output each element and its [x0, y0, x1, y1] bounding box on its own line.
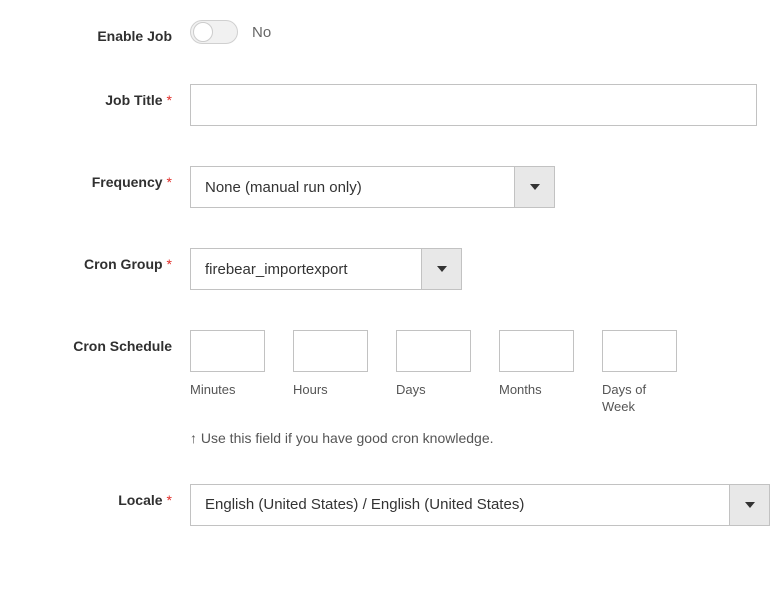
cron-days-input[interactable] — [396, 330, 471, 372]
locale-value: English (United States) / English (Unite… — [191, 485, 729, 525]
toggle-knob — [193, 22, 213, 42]
cron-minutes-label: Minutes — [190, 382, 265, 399]
required-asterisk: * — [167, 92, 172, 108]
cron-minutes-input[interactable] — [190, 330, 265, 372]
cron-group-dropdown-button[interactable] — [421, 249, 461, 289]
cron-hours-input[interactable] — [293, 330, 368, 372]
cron-hours-label: Hours — [293, 382, 368, 399]
locale-dropdown-button[interactable] — [729, 485, 769, 525]
cron-schedule-hint: ↑ Use this field if you have good cron k… — [190, 430, 494, 446]
chevron-down-icon — [745, 502, 755, 508]
enable-job-toggle[interactable] — [190, 20, 238, 44]
cron-group-label: Cron Group — [84, 256, 163, 272]
job-title-label: Job Title — [105, 92, 162, 108]
frequency-select[interactable]: None (manual run only) — [190, 166, 555, 208]
chevron-down-icon — [530, 184, 540, 190]
locale-label: Locale — [118, 492, 162, 508]
required-asterisk: * — [167, 256, 172, 272]
required-asterisk: * — [167, 174, 172, 190]
chevron-down-icon — [437, 266, 447, 272]
frequency-dropdown-button[interactable] — [514, 167, 554, 207]
cron-group-value: firebear_importexport — [191, 249, 421, 289]
job-title-input[interactable] — [190, 84, 757, 126]
enable-job-label: Enable Job — [97, 28, 172, 44]
cron-dow-label: Days of Week — [602, 382, 677, 416]
cron-schedule-label: Cron Schedule — [73, 338, 172, 354]
cron-dow-input[interactable] — [602, 330, 677, 372]
required-asterisk: * — [167, 492, 172, 508]
enable-job-state: No — [252, 24, 271, 41]
frequency-label: Frequency — [92, 174, 163, 190]
frequency-value: None (manual run only) — [191, 167, 514, 207]
cron-days-label: Days — [396, 382, 471, 399]
cron-group-select[interactable]: firebear_importexport — [190, 248, 462, 290]
cron-months-label: Months — [499, 382, 574, 399]
locale-select[interactable]: English (United States) / English (Unite… — [190, 484, 770, 526]
cron-months-input[interactable] — [499, 330, 574, 372]
